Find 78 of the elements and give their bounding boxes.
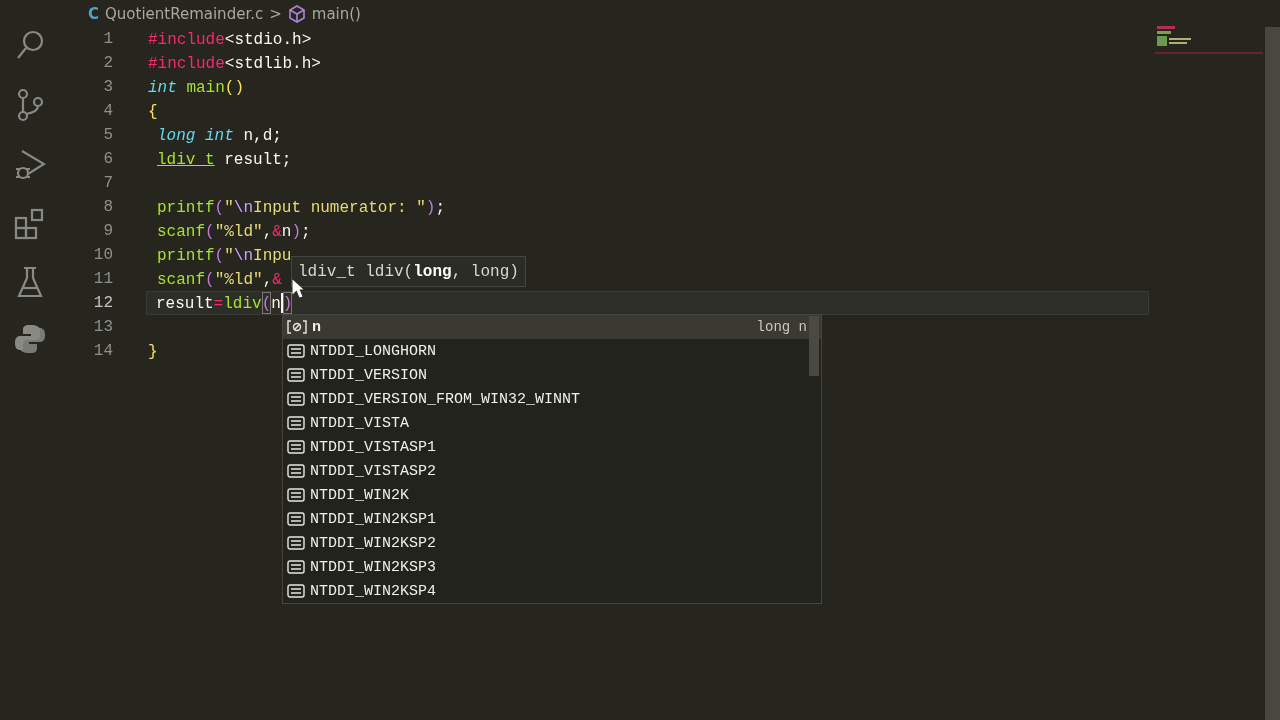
constant-icon — [287, 368, 305, 382]
code-line: #include<stdlib.h> — [147, 54, 322, 75]
code-line: scanf("%ld",&n); — [156, 222, 312, 243]
suggestion-label: NTDDI_VISTA — [310, 414, 410, 432]
constant-icon — [287, 488, 305, 502]
line-number: 7 — [102, 173, 114, 194]
code-line: long int n,d; — [156, 126, 283, 147]
current-line-highlight: result=ldiv(n) — [146, 291, 1149, 315]
suggestion-item[interactable]: NTDDI_VISTASP1 — [283, 435, 821, 459]
breadcrumb-separator: > — [269, 4, 282, 23]
line-number: 8 — [102, 197, 114, 218]
code-line: printf("\nInpu — [156, 246, 293, 267]
parameter-hint-tooltip: ldiv_t ldiv(long, long) — [291, 256, 526, 287]
minimap-drawing[interactable] — [1155, 26, 1263, 56]
suggestion-detail: long n — [756, 319, 807, 335]
constant-icon — [287, 536, 305, 550]
python-icon[interactable] — [15, 324, 45, 354]
suggestion-item[interactable]: NTDDI_WIN2K — [283, 483, 821, 507]
line-number: 11 — [92, 269, 114, 290]
suggestion-item[interactable]: NTDDI_WIN2KSP4 — [283, 579, 821, 603]
constant-icon — [287, 560, 305, 574]
suggestion-label: NTDDI_VISTASP2 — [310, 462, 437, 480]
suggestion-item[interactable]: NTDDI_VISTASP2 — [283, 459, 821, 483]
breadcrumb-file[interactable]: QuotientRemainder.c — [105, 4, 264, 23]
run-debug-icon[interactable] — [14, 148, 46, 182]
extensions-icon[interactable] — [14, 208, 46, 240]
line-number: 10 — [92, 245, 114, 266]
line-number: 5 — [102, 125, 114, 146]
suggestion-item[interactable]: NTDDI_VERSION_FROM_WIN32_WINNT — [283, 387, 821, 411]
variable-icon — [287, 320, 307, 334]
code-line: printf("\nInput numerator: "); — [156, 198, 447, 219]
suggestion-label: NTDDI_VISTASP1 — [310, 438, 437, 456]
suggestion-label: NTDDI_WIN2KSP2 — [310, 534, 437, 552]
line-number: 3 — [102, 77, 114, 98]
constant-icon — [287, 440, 305, 454]
suggestion-label: NTDDI_WIN2KSP1 — [310, 510, 437, 528]
line-number: 4 — [102, 101, 114, 122]
suggestion-label: NTDDI_WIN2KSP3 — [310, 558, 437, 576]
constant-icon — [287, 416, 305, 430]
flask-icon[interactable] — [17, 266, 43, 298]
suggestion-label: NTDDI_WIN2KSP4 — [310, 582, 437, 600]
mouse-pointer-icon — [292, 279, 304, 298]
constant-icon — [287, 344, 305, 358]
suggestion-label: n — [312, 318, 321, 336]
constant-icon — [287, 392, 305, 406]
code-line: { — [147, 102, 159, 123]
suggestion-item[interactable]: NTDDI_WIN2KSP1 — [283, 507, 821, 531]
source-control-icon[interactable] — [16, 88, 44, 122]
code-line: scanf("%ld",& — [156, 270, 283, 291]
suggestion-item[interactable]: n long n — [283, 315, 821, 339]
suggestion-label: NTDDI_WIN2K — [310, 486, 410, 504]
scrollbar-thumb[interactable] — [809, 316, 819, 376]
code-line: int main() — [147, 78, 245, 99]
line-number: 9 — [102, 221, 114, 242]
line-number: 13 — [92, 317, 114, 338]
suggestion-item[interactable]: NTDDI_VERSION — [283, 363, 821, 387]
line-number: 1 — [102, 29, 114, 50]
suggestion-item[interactable]: NTDDI_VISTA — [283, 411, 821, 435]
breadcrumb-symbol[interactable]: main() — [311, 4, 361, 23]
suggestion-label: NTDDI_VERSION — [310, 366, 428, 384]
suggestion-item[interactable]: NTDDI_LONGHORN — [283, 339, 821, 363]
constant-icon — [287, 512, 305, 526]
text-cursor — [280, 293, 283, 313]
code-line: #include<stdio.h> — [147, 30, 313, 51]
c-file-icon: C — [88, 4, 99, 23]
line-number: 12 — [92, 293, 114, 314]
cube-icon — [287, 4, 306, 23]
code-line: ldiv_t result; — [156, 150, 293, 171]
line-number: 14 — [92, 341, 114, 362]
suggestion-item[interactable]: NTDDI_WIN2KSP3 — [283, 555, 821, 579]
code-line: } — [147, 342, 159, 363]
constant-icon — [287, 464, 305, 478]
line-number: 2 — [102, 53, 114, 74]
suggestion-label: NTDDI_VERSION_FROM_WIN32_WINNT — [310, 390, 581, 408]
constant-icon — [287, 584, 305, 598]
line-number: 6 — [102, 149, 114, 170]
suggestion-item[interactable]: NTDDI_WIN2KSP2 — [283, 531, 821, 555]
suggestion-label: NTDDI_LONGHORN — [310, 342, 437, 360]
